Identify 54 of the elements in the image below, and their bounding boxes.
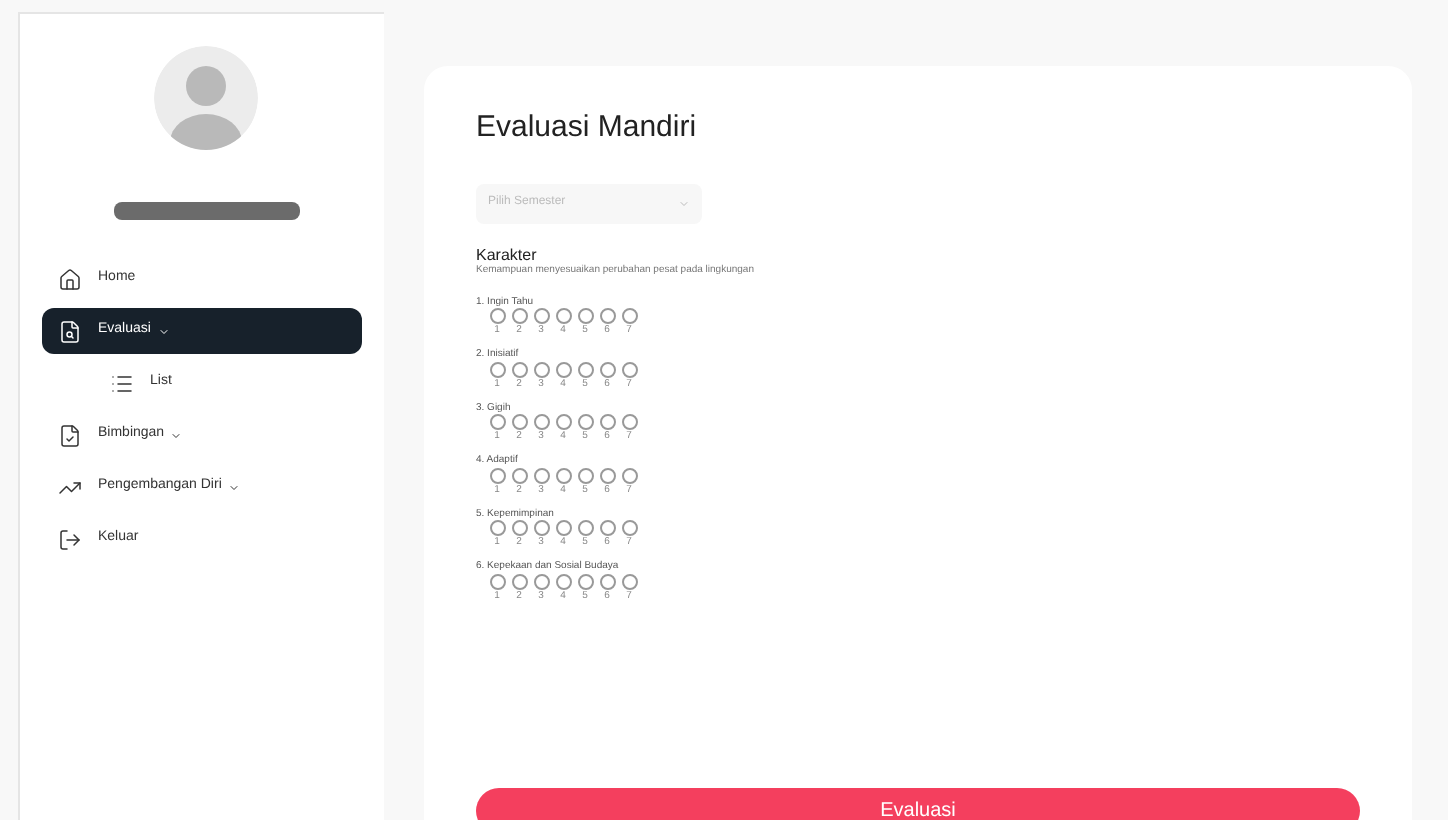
evaluate-button[interactable]: Evaluasi xyxy=(476,788,1360,820)
radio-button[interactable] xyxy=(621,573,637,589)
radio-button[interactable] xyxy=(599,308,615,324)
radio-button[interactable] xyxy=(555,361,571,377)
radio-button[interactable] xyxy=(489,520,505,536)
chevron-down-icon xyxy=(228,481,241,493)
radio-button[interactable] xyxy=(555,520,571,536)
radio-button[interactable] xyxy=(577,573,593,589)
radio-button[interactable] xyxy=(489,308,505,324)
radio-button[interactable] xyxy=(533,414,549,430)
radio-button[interactable] xyxy=(555,467,571,483)
radio-button[interactable] xyxy=(533,573,549,589)
logout-icon xyxy=(58,527,82,551)
radio-button[interactable] xyxy=(489,361,505,377)
document-search-icon xyxy=(58,319,82,343)
radio-button[interactable] xyxy=(555,308,571,324)
radio-button[interactable] xyxy=(599,573,615,589)
section-title: Karakter xyxy=(476,247,539,263)
radio-button[interactable] xyxy=(621,520,637,536)
radio-button[interactable] xyxy=(511,573,527,589)
house-icon xyxy=(58,267,82,291)
chevron-down-icon xyxy=(157,325,170,337)
radio-button[interactable] xyxy=(511,308,527,324)
radio-button[interactable] xyxy=(533,308,549,324)
radio-button[interactable] xyxy=(533,467,549,483)
radio-button[interactable] xyxy=(577,414,593,430)
radio-button[interactable] xyxy=(533,520,549,536)
radio-button[interactable] xyxy=(555,573,571,589)
radio-button[interactable] xyxy=(511,520,527,536)
chevron-down-icon xyxy=(170,429,183,441)
radio-button[interactable] xyxy=(599,414,615,430)
radio-button[interactable] xyxy=(621,361,637,377)
radio-button[interactable] xyxy=(577,308,593,324)
radio-button[interactable] xyxy=(599,467,615,483)
radio-button[interactable] xyxy=(555,414,571,430)
page-title: Evaluasi Mandiri xyxy=(476,108,699,148)
document-check-icon xyxy=(58,423,82,447)
radio-button[interactable] xyxy=(511,467,527,483)
radio-button[interactable] xyxy=(489,467,505,483)
avatar-icon xyxy=(154,46,258,150)
chevron-down-icon xyxy=(678,197,690,209)
radio-button[interactable] xyxy=(533,361,549,377)
radio-button[interactable] xyxy=(621,467,637,483)
radio-button[interactable] xyxy=(621,308,637,324)
radio-button[interactable] xyxy=(511,414,527,430)
radio-button[interactable] xyxy=(489,414,505,430)
radio-button[interactable] xyxy=(577,361,593,377)
radio-button[interactable] xyxy=(511,361,527,377)
radio-button[interactable] xyxy=(577,520,593,536)
radio-button[interactable] xyxy=(621,414,637,430)
radio-button[interactable] xyxy=(599,520,615,536)
radio-button[interactable] xyxy=(599,361,615,377)
radio-button[interactable] xyxy=(489,573,505,589)
radio-button[interactable] xyxy=(577,467,593,483)
